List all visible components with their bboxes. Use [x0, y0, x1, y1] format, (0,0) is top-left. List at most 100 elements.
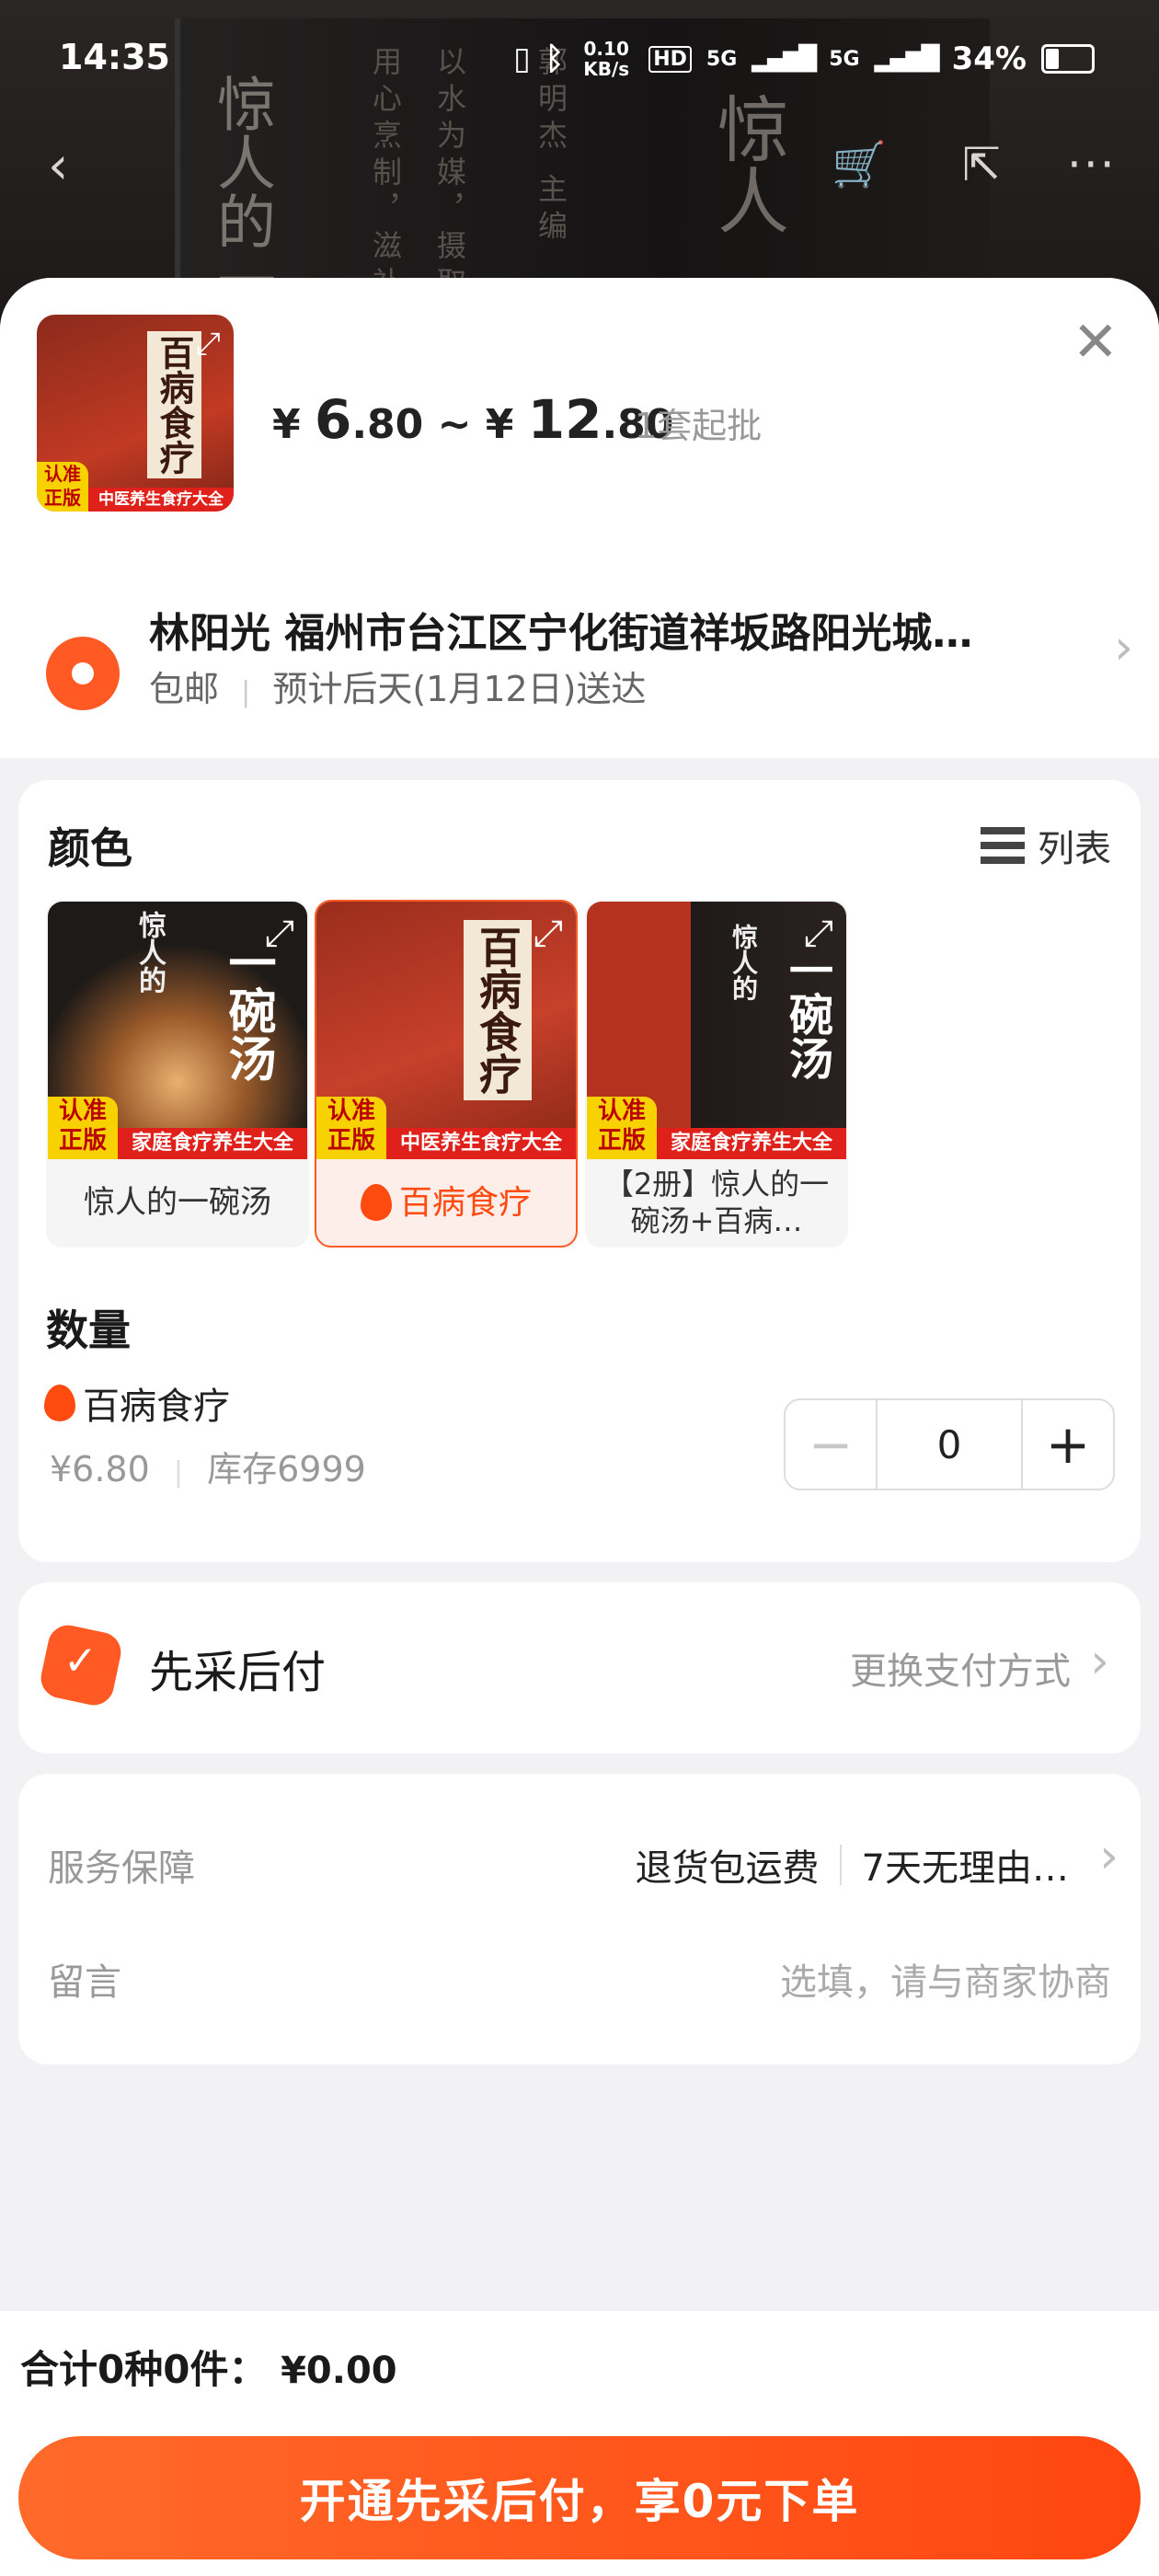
variant-3-badge: 认准正版 [587, 1097, 657, 1159]
quantity-stepper: − 0 + [784, 1398, 1115, 1490]
pay-later-card[interactable]: ✓ 先采后付 更换支付方式 › [18, 1582, 1141, 1754]
product-thumbnail[interactable]: 百病食疗 ⤢ 认准正版 中医养生食疗大全 [37, 315, 234, 512]
pay-later-title: 先采后付 [149, 1647, 327, 1698]
service-label: 服务保障 [48, 1847, 195, 1890]
variant-option-1[interactable]: 惊人的 一碗汤 ⤢ 认准正版 家庭食疗养生大全 惊人的一碗汤 [46, 900, 309, 1248]
vibrate-icon: ▯ [513, 40, 531, 77]
quantity-section-title: 数量 [46, 1305, 131, 1355]
total-label: 合计0种0件： [20, 2347, 268, 2392]
hot-flame-icon [360, 1184, 392, 1221]
variant-1-image: 惊人的 一碗汤 ⤢ 认准正版 家庭食疗养生大全 [48, 902, 307, 1159]
share-icon[interactable]: ⇱ [962, 138, 1001, 191]
variant-2-label-wrap: 百病食疗 [316, 1159, 576, 1246]
price-min-dec: .80 [351, 401, 424, 448]
change-payment-link[interactable]: 更换支付方式 [850, 1641, 1071, 1695]
battery-icon [1041, 44, 1095, 74]
message-input[interactable]: 选填，请与商家协商 [780, 1952, 1111, 2006]
increase-button[interactable]: + [1023, 1400, 1113, 1489]
status-icons: ▯ ᛒ 0.10 KB/s HD 5G ▂▄▆█ 5G ▂▄▆█ 34% [513, 39, 1095, 79]
variant-2-image: 百病食疗 ⤢ 认准正版 中医养生食疗大全 [316, 902, 576, 1159]
bluetooth-icon: ᛒ [545, 40, 565, 77]
quantity-input[interactable]: 0 [876, 1400, 1023, 1489]
quantity-item-name-row: 百病食疗 [44, 1376, 230, 1430]
service-tag-1: 退货包运费 [635, 1847, 820, 1890]
close-icon[interactable]: ✕ [1073, 315, 1119, 370]
quantity-item-stock: 库存6999 [207, 1449, 366, 1489]
thumb-strip: 中医养生食疗大全 [88, 488, 234, 512]
decrease-button[interactable]: − [786, 1400, 876, 1489]
network-speed: 0.10 KB/s [583, 38, 630, 80]
hd-icon: HD [648, 45, 692, 73]
expand-icon[interactable]: ⤢ [534, 913, 563, 955]
variant-1-book-top: 惊人的 [133, 911, 166, 994]
variant-2-book-title: 百病食疗 [464, 920, 532, 1100]
variant-3-book-title: 一碗汤 [781, 948, 832, 1080]
divider: | [241, 676, 251, 708]
enable-pay-later-button[interactable]: 开通先采后付，享0元下单 [18, 2436, 1141, 2559]
location-pin-icon [46, 637, 120, 710]
quantity-item-price: ¥6.80 [50, 1449, 150, 1489]
expand-icon[interactable]: ⤢ [804, 913, 833, 955]
signal-1: 5G [706, 47, 738, 71]
shipping-info: 包邮 | 预计后天(1月12日)送达 [149, 661, 647, 711]
sheet-header: 百病食疗 ⤢ 认准正版 中医养生食疗大全 ¥ 6.80 ~ ¥ 12.80 1套… [0, 278, 1159, 545]
status-bar: 14:35 ▯ ᛒ 0.10 KB/s HD 5G ▂▄▆█ 5G ▂▄▆█ 3… [0, 0, 1159, 120]
pay-later-icon: ✓ [37, 1621, 125, 1709]
variant-2-badge: 认准正版 [316, 1097, 386, 1159]
variant-2-strip: 中医养生食疗大全 [386, 1128, 576, 1159]
variant-3-strip: 家庭食疗养生大全 [657, 1128, 846, 1159]
chevron-right-icon: › [1114, 620, 1133, 675]
back-icon[interactable]: ‹ [48, 136, 68, 196]
variant-1-badge: 认准正版 [48, 1097, 118, 1159]
order-total: 合计0种0件： ¥0.00 [20, 2339, 397, 2395]
variant-option-2[interactable]: 百病食疗 ⤢ 认准正版 中医养生食疗大全 百病食疗 [315, 900, 578, 1248]
delivery-eta: 预计后天(1月12日)送达 [272, 669, 647, 709]
thumb-title: 百病食疗 [147, 331, 201, 478]
chevron-right-icon: › [1090, 1634, 1109, 1689]
variant-3-label: 【2册】惊人的一碗汤+百病… [603, 1167, 830, 1238]
quantity-item-meta: ¥6.80 | 库存6999 [50, 1441, 366, 1491]
battery-level: 34% [951, 40, 1027, 77]
currency-symbol: ¥ [272, 401, 301, 448]
service-tag-2: 7天无理由… [861, 1847, 1069, 1890]
sku-selector-sheet: 百病食疗 ⤢ 认准正版 中医养生食疗大全 ¥ 6.80 ~ ¥ 12.80 1套… [0, 278, 1159, 2576]
free-shipping-label: 包邮 [149, 669, 220, 709]
currency-symbol-2: ¥ [485, 401, 514, 448]
variant-1-strip: 家庭食疗养生大全 [118, 1128, 307, 1159]
chevron-right-icon: › [1099, 1829, 1119, 1884]
expand-icon[interactable]: ⤢ [265, 913, 294, 955]
price-separator: ~ [437, 401, 472, 448]
divider [839, 1845, 842, 1885]
variant-1-book-title: 一碗汤 [220, 938, 276, 1082]
hot-flame-icon [44, 1385, 75, 1421]
price-min-int: 6 [314, 388, 352, 451]
thumb-badge: 认准正版 [37, 462, 88, 512]
price-max-int: 12 [527, 388, 602, 451]
variant-1-label: 惊人的一碗汤 [84, 1183, 271, 1221]
list-view-toggle[interactable]: 列表 [981, 819, 1111, 872]
variant-3-image: 惊人的 一碗汤 ⤢ 认准正版 家庭食疗养生大全 [587, 902, 846, 1159]
list-icon [981, 827, 1025, 864]
expand-icon[interactable]: ⤢ [196, 326, 221, 362]
more-icon[interactable]: ··· [1067, 138, 1117, 191]
status-time: 14:35 [59, 37, 170, 77]
list-toggle-label: 列表 [1038, 828, 1111, 870]
divider: | [173, 1456, 183, 1489]
total-value: ¥0.00 [281, 2350, 397, 2392]
variant-3-book-top: 惊人的 [729, 924, 759, 1001]
signal-bars-2-icon: ▂▄▆█ [874, 45, 940, 73]
signal-bars-1-icon: ▂▄▆█ [752, 45, 817, 73]
price-range: ¥ 6.80 ~ ¥ 12.80 [272, 388, 673, 451]
cart-icon[interactable]: 🛒 [832, 138, 887, 190]
message-label: 留言 [48, 1961, 121, 2004]
variant-option-3[interactable]: 惊人的 一碗汤 ⤢ 认准正版 家庭食疗养生大全 【2册】惊人的一碗汤+百病… [585, 900, 848, 1248]
variant-2-label: 百病食疗 [398, 1183, 532, 1222]
quantity-item-name: 百病食疗 [83, 1386, 230, 1428]
service-card: 服务保障 退货包运费 7天无理由… › 留言 选填，请与商家协商 [18, 1774, 1141, 2064]
color-section-title: 颜色 [48, 823, 132, 873]
service-tags[interactable]: 退货包运费 7天无理由… [636, 1838, 1069, 1892]
min-order-quantity: 1套起批 [635, 406, 763, 446]
address-card[interactable]: 林阳光 福州市台江区宁化街道祥坂路阳光城… 包邮 | 预计后天(1月12日)送达… [0, 545, 1159, 758]
address-line: 林阳光 福州市台江区宁化街道祥坂路阳光城… [149, 610, 973, 657]
signal-2: 5G [829, 47, 860, 71]
